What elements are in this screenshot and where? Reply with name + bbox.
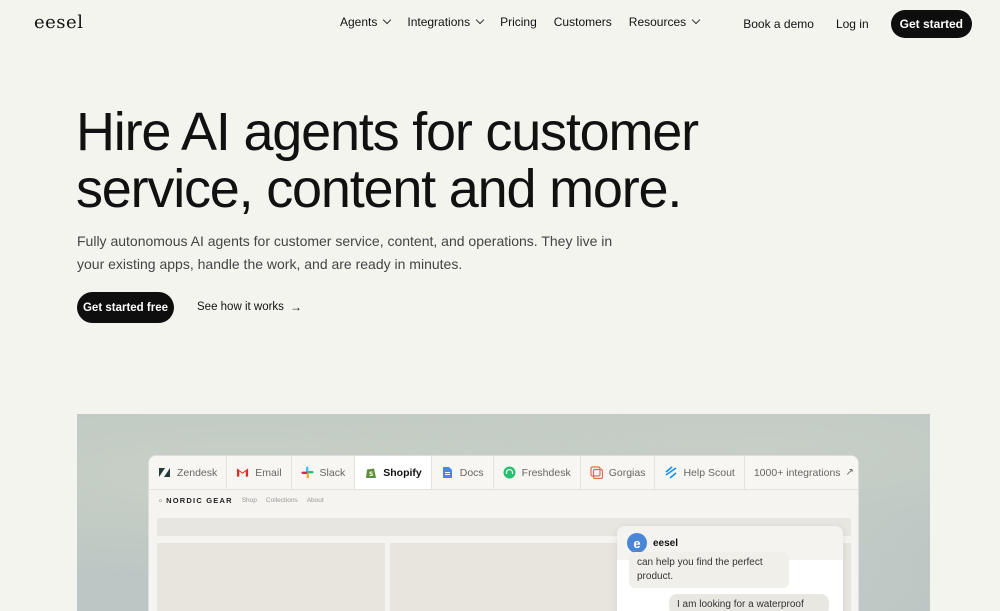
agent-message: can help you find the perfect product.: [629, 552, 789, 588]
hero-title-line2: service, content and more.: [76, 159, 682, 219]
arrow-right-icon: →: [289, 300, 302, 314]
hero-subtitle: Fully autonomous AI agents for customer …: [77, 233, 613, 272]
helpscout-icon: [664, 466, 677, 479]
hero-title-line1: Hire AI agents for customer: [76, 102, 699, 162]
shop-navbar: ▫ NORDIC GEAR Shop Collections About: [149, 490, 858, 510]
tab-freshdesk[interactable]: Freshdesk: [494, 456, 581, 489]
shop-brand: ▫ NORDIC GEAR: [159, 495, 233, 505]
get-started-button[interactable]: Get started: [890, 10, 972, 38]
chevron-down-icon: [691, 15, 701, 25]
shop-link-collections[interactable]: Collections: [266, 497, 298, 504]
shop-link-shop[interactable]: Shop: [242, 497, 257, 504]
tab-slack[interactable]: Slack: [292, 456, 356, 489]
docs-icon: [441, 466, 454, 479]
gorgias-icon: [590, 466, 603, 479]
book-demo-link[interactable]: Book a demo: [743, 17, 814, 31]
menu-pricing-label: Pricing: [500, 15, 537, 29]
product-card[interactable]: [157, 543, 385, 611]
tab-slack-label: Slack: [319, 466, 346, 479]
menu-resources-label: Resources: [628, 15, 687, 29]
gmail-icon: [236, 466, 249, 479]
tab-helpscout[interactable]: Help Scout: [655, 456, 745, 489]
shop-link-about[interactable]: About: [307, 497, 324, 504]
eesel-avatar: e: [627, 533, 647, 553]
nav-actions: Book a demo Log in Get started: [743, 10, 972, 38]
get-started-free-button[interactable]: Get started free: [77, 292, 174, 323]
integration-tabs: Zendesk Email Slack S Shopify Docs Fresh…: [149, 456, 858, 490]
tab-email-label: Email: [255, 466, 282, 479]
chat-name: eesel: [653, 537, 679, 549]
tab-freshdesk-label: Freshdesk: [521, 466, 571, 479]
tab-helpscout-label: Help Scout: [683, 466, 735, 479]
tab-zendesk-label: Zendesk: [177, 466, 218, 479]
menu-resources[interactable]: Resources: [628, 15, 701, 29]
user-message: I am looking for a waterproof: [669, 594, 829, 611]
product-showcase: Zendesk Email Slack S Shopify Docs Fresh…: [77, 414, 930, 611]
tab-shopify-label: Shopify: [383, 466, 422, 479]
hero-title: Hire AI agents for customer service, con…: [76, 104, 776, 218]
arrow-up-right-icon: ↗: [845, 467, 854, 478]
tab-gorgias[interactable]: Gorgias: [581, 456, 656, 489]
freshdesk-icon: [503, 466, 516, 479]
menu-integrations[interactable]: Integrations: [407, 15, 485, 29]
menu-customers-label: Customers: [553, 15, 612, 29]
menu-agents-label: Agents: [340, 15, 378, 29]
logo[interactable]: eesel: [34, 12, 83, 33]
integrations-link-label: 1000+ integrations: [753, 466, 841, 479]
shopify-icon: S: [364, 466, 377, 479]
menu-customers[interactable]: Customers: [554, 15, 612, 29]
zendesk-icon: [158, 466, 171, 479]
see-how-it-works-label: See how it works: [197, 301, 284, 313]
chat-widget[interactable]: e eesel can help you find the perfect pr…: [617, 526, 843, 611]
svg-text:S: S: [369, 471, 373, 478]
tab-gorgias-label: Gorgias: [608, 466, 646, 479]
slack-icon: [301, 466, 314, 479]
tab-zendesk[interactable]: Zendesk: [149, 456, 228, 489]
product-card[interactable]: [390, 543, 618, 611]
top-nav: eesel Agents Integrations Pricing Custom…: [0, 0, 1000, 46]
chevron-down-icon: [475, 15, 485, 25]
see-how-it-works-link[interactable]: See how it works →: [197, 300, 302, 314]
tab-email[interactable]: Email: [227, 456, 292, 489]
main-menu: Agents Integrations Pricing Customers Re…: [340, 15, 716, 29]
tab-shopify[interactable]: S Shopify: [355, 456, 432, 489]
login-link[interactable]: Log in: [836, 17, 869, 31]
tab-docs[interactable]: Docs: [432, 456, 494, 489]
integrations-link[interactable]: 1000+ integrations ↗: [745, 456, 858, 489]
chevron-down-icon: [383, 15, 392, 25]
menu-agents[interactable]: Agents: [340, 15, 392, 29]
tab-docs-label: Docs: [459, 466, 484, 479]
menu-integrations-label: Integrations: [407, 15, 471, 29]
shop-brand-text: NORDIC GEAR: [166, 495, 233, 505]
menu-pricing[interactable]: Pricing: [500, 15, 537, 29]
